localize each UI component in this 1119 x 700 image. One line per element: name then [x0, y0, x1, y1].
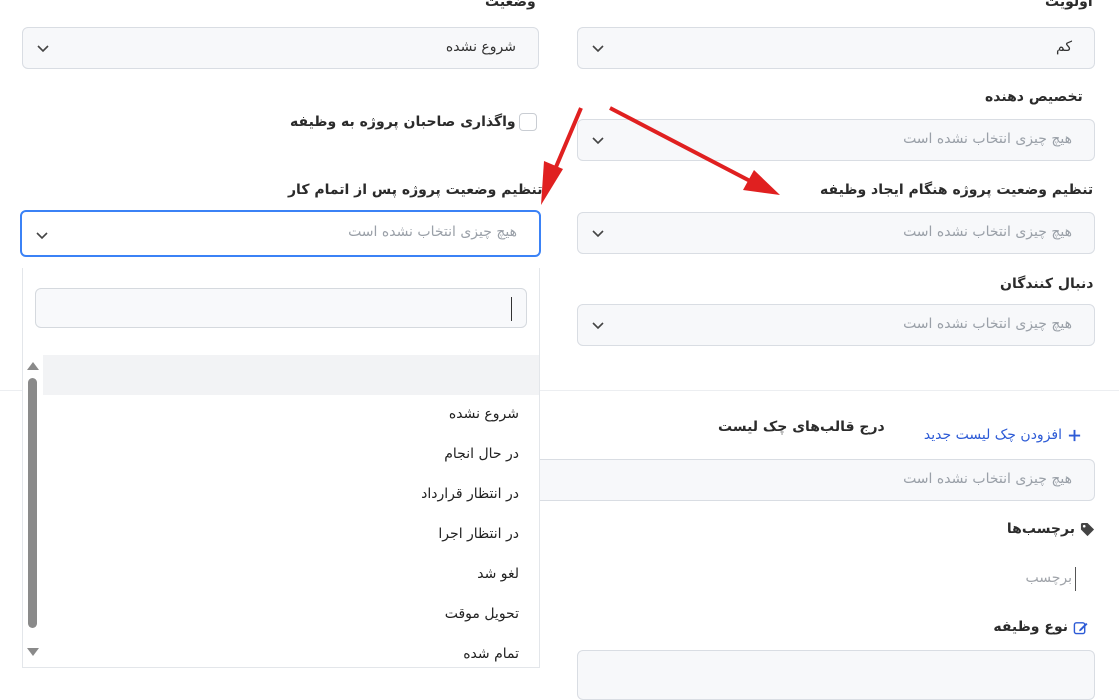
status-label: وضعیت	[485, 0, 536, 10]
arrowhead-create-status	[743, 170, 780, 195]
dropdown-option[interactable]: تمام شده	[463, 646, 519, 662]
priority-select-value: کم	[1056, 39, 1072, 55]
dropdown-option[interactable]: شروع نشده	[449, 406, 519, 422]
checklist-label: درج قالب‌های چک لیست	[718, 419, 885, 435]
chevron-down-icon	[36, 232, 48, 240]
checklist-placeholder: هیچ چیزی انتخاب نشده است	[903, 471, 1072, 487]
tags-placeholder: برچسب	[1025, 570, 1072, 586]
status-select[interactable]: شروع نشده	[22, 27, 539, 69]
status-on-complete-select[interactable]: هیچ چیزی انتخاب نشده است	[20, 210, 541, 257]
dropdown-option[interactable]: در حال انجام	[444, 446, 519, 462]
dropdown-empty-option[interactable]	[43, 355, 539, 395]
task-type-select[interactable]	[577, 650, 1095, 700]
status-on-complete-placeholder: هیچ چیزی انتخاب نشده است	[348, 224, 517, 240]
assign-owner-label: واگذاری صاحبان پروژه به وظیفه	[290, 114, 516, 130]
status-on-complete-label: تنظیم وضعیت پروژه پس از اتمام کار	[288, 182, 543, 198]
scroll-down-arrow[interactable]	[27, 648, 39, 656]
assigner-placeholder: هیچ چیزی انتخاب نشده است	[903, 131, 1072, 147]
status-on-create-label: تنظیم وضعیت پروژه هنگام ایجاد وظیفه	[820, 182, 1094, 198]
chevron-down-icon	[592, 137, 604, 145]
dropdown-option[interactable]: در انتظار قرارداد	[421, 486, 519, 502]
chevron-down-icon	[592, 322, 604, 330]
task-type-label: نوع وظیفه	[993, 619, 1068, 635]
priority-select[interactable]: کم	[577, 27, 1095, 69]
status-select-value: شروع نشده	[445, 39, 516, 55]
tag-icon	[1080, 522, 1095, 537]
dropdown-option[interactable]: در انتظار اجرا	[438, 526, 519, 542]
add-checklist-label: افزودن چک لیست جدید	[923, 427, 1062, 443]
text-caret	[1075, 567, 1076, 591]
tags-input[interactable]: برچسب	[1000, 563, 1080, 593]
scrollbar-thumb[interactable]	[28, 378, 37, 628]
priority-label: اولویت	[1045, 0, 1093, 10]
followers-label: دنبال کنندگان	[1000, 276, 1094, 292]
followers-placeholder: هیچ چیزی انتخاب نشده است	[903, 316, 1072, 332]
dropdown-search-input[interactable]	[35, 288, 527, 328]
tags-heading: برچسب‌ها	[1000, 521, 1095, 541]
status-dropdown-menu: شروع نشده در حال انجام در انتظار قرارداد…	[22, 268, 540, 668]
chevron-down-icon	[592, 45, 604, 53]
status-on-create-placeholder: هیچ چیزی انتخاب نشده است	[903, 224, 1072, 240]
arrowhead-complete-status	[541, 161, 563, 205]
add-checklist-link[interactable]: افزودن چک لیست جدید	[898, 427, 1084, 447]
chevron-down-icon	[37, 45, 49, 53]
assigner-label: تخصیص دهنده	[985, 89, 1083, 105]
dropdown-scrollbar[interactable]	[23, 356, 41, 656]
text-caret	[511, 297, 512, 321]
scroll-up-arrow[interactable]	[27, 362, 39, 370]
assigner-select[interactable]: هیچ چیزی انتخاب نشده است	[577, 119, 1095, 161]
task-type-heading: نوع وظیفه	[990, 619, 1090, 639]
assign-owner-checkbox[interactable]	[519, 113, 537, 131]
plus-icon	[1068, 429, 1081, 442]
tags-label: برچسب‌ها	[1006, 521, 1075, 537]
followers-select[interactable]: هیچ چیزی انتخاب نشده است	[577, 304, 1095, 346]
chevron-down-icon	[592, 230, 604, 238]
dropdown-option[interactable]: تحویل موقت	[445, 606, 519, 622]
edit-icon	[1073, 622, 1088, 635]
dropdown-option[interactable]: لغو شد	[477, 566, 519, 582]
status-on-create-select[interactable]: هیچ چیزی انتخاب نشده است	[577, 212, 1095, 254]
